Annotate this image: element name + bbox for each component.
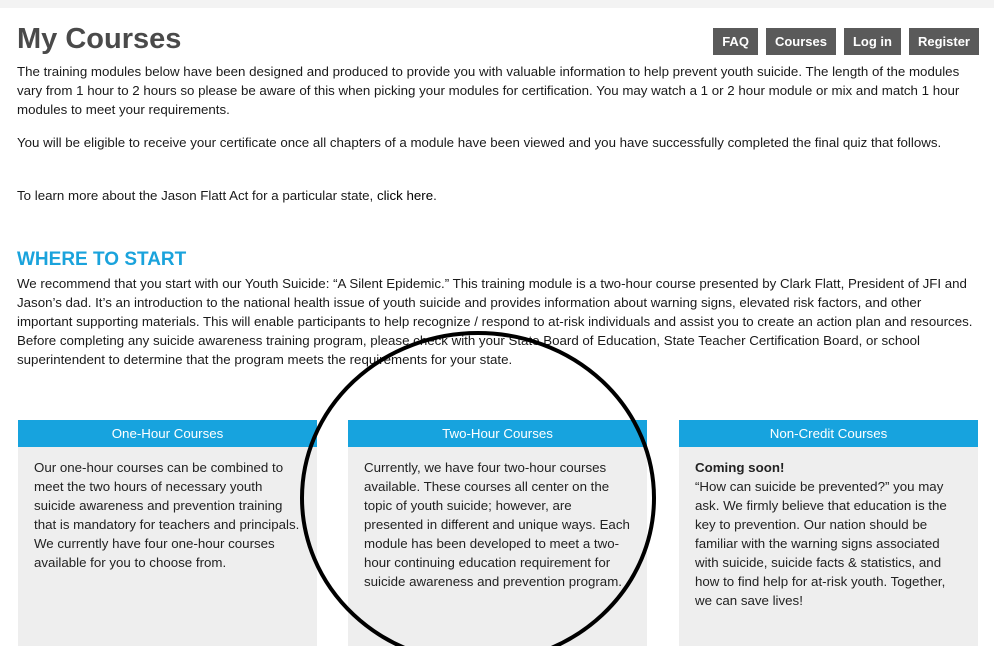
one-hour-card-text: Our one-hour courses can be combined to … (34, 460, 300, 570)
top-nav: FAQ Courses Log in Register (713, 28, 979, 55)
certificate-paragraph: You will be eligible to receive your cer… (17, 135, 942, 150)
learn-more-text: To learn more about the Jason Flatt Act … (17, 188, 377, 203)
two-hour-card-text: Currently, we have four two-hour courses… (364, 460, 630, 589)
where-to-start-heading: WHERE TO START (17, 249, 187, 270)
one-hour-card-header[interactable]: One-Hour Courses (18, 420, 317, 447)
two-hour-card: Two-Hour Courses Currently, we have four… (348, 420, 647, 646)
learn-more-paragraph: To learn more about the Jason Flatt Act … (17, 186, 977, 205)
coming-soon-label: Coming soon! (695, 460, 785, 475)
courses-button[interactable]: Courses (765, 28, 836, 55)
non-credit-card-text: “How can suicide be prevented?” you may … (695, 479, 947, 608)
intro-paragraph: The training modules below have been des… (17, 64, 960, 117)
non-credit-card: Non-Credit Courses Coming soon! “How can… (679, 420, 978, 646)
non-credit-card-body: Coming soon! “How can suicide be prevent… (679, 447, 978, 610)
non-credit-card-header[interactable]: Non-Credit Courses (679, 420, 978, 447)
one-hour-card-body: Our one-hour courses can be combined to … (18, 447, 317, 572)
two-hour-card-header[interactable]: Two-Hour Courses (348, 420, 647, 447)
faq-button[interactable]: FAQ (713, 28, 758, 55)
login-button[interactable]: Log in (843, 28, 901, 55)
click-here-link[interactable]: click here (377, 188, 433, 203)
top-bar (0, 0, 994, 8)
register-button[interactable]: Register (908, 28, 979, 55)
where-to-start-text: We recommend that you start with our You… (17, 276, 973, 367)
one-hour-card: One-Hour Courses Our one-hour courses ca… (18, 420, 317, 646)
page-title: My Courses (17, 23, 182, 55)
learn-more-suffix: . (433, 188, 437, 203)
two-hour-card-body: Currently, we have four two-hour courses… (348, 447, 647, 591)
